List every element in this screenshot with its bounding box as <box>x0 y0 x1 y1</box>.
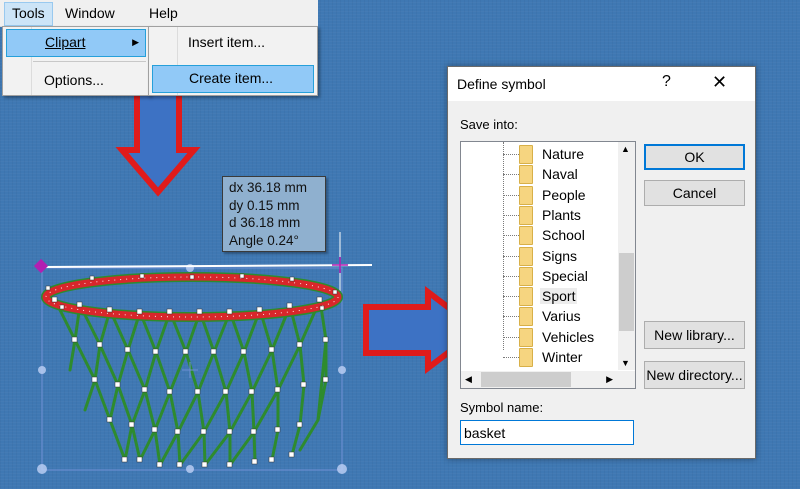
folder-item[interactable]: Sport <box>461 286 621 307</box>
submenu-arrow-icon: ▶ <box>132 37 139 47</box>
tooltip-angle: Angle 0.24° <box>229 232 299 248</box>
folder-item[interactable]: Varius <box>461 306 621 327</box>
folder-label: Varius <box>542 308 581 325</box>
new-directory-button[interactable]: New directory... <box>644 361 745 389</box>
scroll-up-icon[interactable]: ▲ <box>621 144 630 154</box>
folder-item[interactable]: Special <box>461 266 621 286</box>
folder-icon <box>519 165 533 185</box>
folder-label: People <box>542 186 586 203</box>
scroll-down-icon[interactable]: ▼ <box>621 358 630 368</box>
close-icon[interactable]: ✕ <box>712 72 727 93</box>
menu-item-insert-item[interactable]: Insert item... <box>152 29 314 55</box>
folder-label: Vehicles <box>542 328 595 345</box>
dialog-title: Define symbol <box>457 76 546 92</box>
vertical-scroll-thumb[interactable] <box>619 253 634 331</box>
folder-label: Signs <box>542 247 578 264</box>
menu-item-clipart-label: Clipart <box>45 34 86 50</box>
folder-icon <box>519 145 533 164</box>
menu-item-clipart[interactable]: Clipart ▶ <box>6 29 146 57</box>
folder-icon <box>519 348 533 367</box>
menu-window[interactable]: Window <box>58 2 122 24</box>
folder-label: Sport <box>540 288 578 305</box>
folder-item[interactable]: Naval <box>461 164 621 185</box>
folder-item[interactable]: People <box>461 185 621 205</box>
measure-start-handle <box>33 258 49 274</box>
folder-label: Plants <box>542 206 581 223</box>
tooltip-d: d 36.18 mm <box>229 215 301 230</box>
tree-horizontal-scrollbar[interactable]: ◀ ▶ <box>461 371 635 388</box>
menu-help[interactable]: Help <box>142 2 185 24</box>
symbol-name-input[interactable] <box>460 420 634 445</box>
menu-item-create-item[interactable]: Create item... <box>152 65 314 93</box>
horizontal-scroll-thumb[interactable] <box>481 372 571 387</box>
measure-tooltip: dx 36.18 mm dy 0.15 mm d 36.18 mm Angle … <box>222 176 326 252</box>
save-into-label: Save into: <box>460 117 518 132</box>
help-icon[interactable]: ? <box>662 73 671 91</box>
ok-button[interactable]: OK <box>644 144 745 170</box>
menu-tools[interactable]: Tools <box>4 2 53 26</box>
folder-icon <box>519 185 533 205</box>
folder-item[interactable]: Vehicles <box>461 327 621 347</box>
new-library-button[interactable]: New library... <box>644 321 745 349</box>
define-symbol-dialog: Define symbol ? ✕ Save into: Nature Naval… <box>447 66 756 459</box>
menu-item-create-item-label: Create item... <box>189 70 274 86</box>
folder-tree[interactable]: Nature Naval People Plants School Signs Specia… <box>460 141 636 389</box>
folder-item[interactable]: Nature <box>461 144 621 164</box>
scroll-right-icon[interactable]: ▶ <box>606 374 613 385</box>
folder-icon <box>519 307 533 327</box>
folder-icon <box>519 327 533 347</box>
folder-label: School <box>542 227 585 244</box>
menu-bar: Tools Window Help <box>0 0 318 27</box>
tooltip-dx: dx 36.18 mm <box>229 180 308 195</box>
folder-icon <box>519 246 533 266</box>
folder-item[interactable]: Signs <box>461 246 621 266</box>
folder-icon <box>519 287 533 307</box>
folder-icon <box>519 266 533 286</box>
tooltip-dy: dy 0.15 mm <box>229 197 300 213</box>
symbol-name-label: Symbol name: <box>460 400 544 415</box>
menu-item-options[interactable]: Options... <box>6 67 146 93</box>
folder-item[interactable]: Plants <box>461 205 621 225</box>
basket-net <box>53 298 328 467</box>
folder-icon <box>519 205 533 225</box>
folder-label: Special <box>542 267 588 284</box>
folder-label: Naval <box>542 166 578 183</box>
folder-icon <box>519 226 533 246</box>
menu-item-insert-item-label: Insert item... <box>188 34 266 50</box>
folder-label: Nature <box>542 146 585 162</box>
folder-item[interactable]: Winter <box>461 347 621 367</box>
tools-menu: Clipart ▶ Options... <box>2 26 150 96</box>
folder-item[interactable]: School <box>461 225 621 246</box>
folder-label: Winter <box>542 349 583 365</box>
tree-vertical-scrollbar[interactable]: ▲ ▼ <box>618 142 635 370</box>
down-arrow-icon <box>115 85 201 197</box>
dialog-titlebar: Define symbol ? ✕ <box>448 67 755 101</box>
cancel-button[interactable]: Cancel <box>644 180 745 206</box>
menu-item-options-label: Options... <box>44 72 104 88</box>
clipart-submenu: Insert item... Create item... <box>148 26 318 96</box>
scroll-left-icon[interactable]: ◀ <box>465 374 472 385</box>
